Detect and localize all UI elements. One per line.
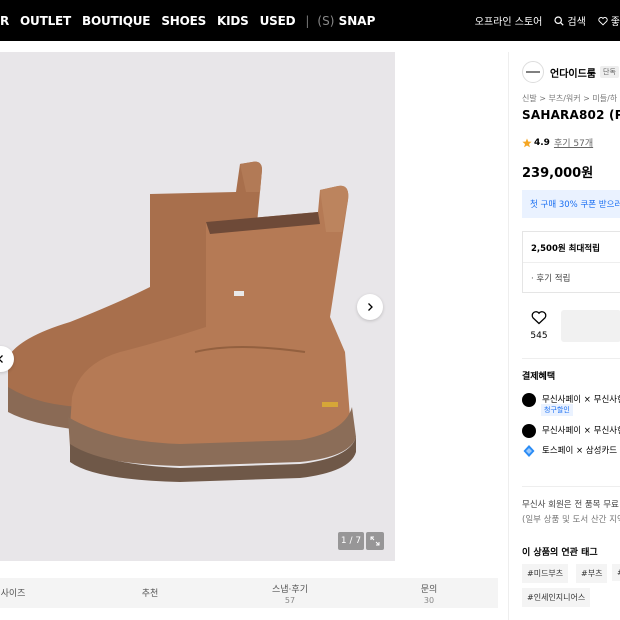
section-divider (522, 486, 620, 487)
nav-item-kids[interactable]: KIDS (217, 14, 249, 28)
expand-icon (370, 536, 380, 546)
vibram-badge (322, 402, 338, 407)
tag-chip[interactable]: #인세인지니어스 (522, 588, 591, 607)
tab-snap-review[interactable]: 스냅·후기 57 (255, 582, 325, 605)
tab-size[interactable]: 사이즈 (0, 586, 26, 599)
nav-item-shoes[interactable]: SHOES (161, 14, 206, 28)
nav-item-snap[interactable]: (S) SNAP (317, 14, 375, 28)
shipping-notice-sub: (일부 상품 및 도서 산간 지역 (522, 515, 620, 525)
tag-chip[interactable]: #부츠 (576, 564, 608, 583)
product-image[interactable] (0, 52, 395, 561)
review-count-link[interactable]: 후기 57개 (554, 136, 593, 149)
nav-item-outlet[interactable]: OUTLET (20, 14, 71, 28)
benefits-title: 결제혜택 (522, 372, 556, 382)
like-button[interactable]: 545 (522, 310, 556, 341)
nav-item-boutique[interactable]: BOUTIQUE (82, 14, 150, 28)
detail-tabs: 사이즈 추천 스냅·후기 57 문의 30 (0, 578, 498, 608)
tab-size-label: 사이즈 (0, 589, 26, 599)
nav-divider: | (305, 13, 310, 28)
tag-chip[interactable]: #미드부츠 (522, 564, 569, 583)
product-title: SAHARA802 (PEA (522, 108, 620, 122)
chevron-right-icon (368, 303, 373, 311)
boot-image (8, 161, 356, 482)
panel-divider (508, 52, 509, 620)
brand-name: 언다이드룸 (550, 68, 596, 80)
expand-image-button[interactable] (366, 532, 384, 550)
section-divider (522, 358, 620, 359)
benefit-text: 무신사페이 × 무신사현 (542, 426, 620, 436)
snap-label: SNAP (338, 13, 376, 28)
benefit-row[interactable]: 무신사페이 × 무신사현 (522, 424, 620, 438)
benefit-row[interactable]: 토스페이 × 삼성카드 1 (522, 444, 620, 458)
tab-inquiry-count: 30 (423, 596, 435, 605)
tag-chip[interactable]: # (612, 564, 620, 581)
search-label: 검색 (567, 17, 586, 28)
chevron-left-icon (0, 355, 3, 363)
tab-inquiry[interactable]: 문의 30 (404, 582, 454, 605)
heart-icon (531, 311, 547, 325)
offline-store-link[interactable]: 오프라인 스토어 (475, 13, 543, 28)
like-nav-button[interactable]: 좋 (598, 13, 620, 28)
product-price: 239,000원 (522, 166, 594, 181)
benefit-text: 토스페이 × 삼성카드 1 (542, 446, 620, 456)
star-icon (522, 138, 532, 147)
tab-snap-review-count: 57 (284, 596, 296, 605)
tab-recommend[interactable]: 추천 (120, 586, 180, 599)
exclusive-badge: 단독 (600, 66, 619, 78)
tab-snap-review-label: 스냅·후기 (272, 585, 308, 595)
brand-logo (522, 61, 544, 83)
rating-score: 4.9 (534, 137, 550, 148)
purchase-button[interactable] (561, 310, 620, 342)
brand-mark-icon (526, 71, 540, 73)
product-rating: 4.9 후기 57개 (522, 136, 593, 149)
brand-link[interactable]: 언다이드룸 단독 (522, 61, 619, 83)
nav-item-truncated[interactable]: R (0, 14, 9, 28)
points-divider (523, 262, 620, 263)
like-nav-label: 좋 (610, 17, 620, 28)
musinsa-pay-icon (522, 393, 536, 407)
nav-menu: R OUTLET BOUTIQUE SHOES KIDS USED | (S) … (0, 0, 375, 41)
max-points: 2,500원 최대적립 (531, 244, 600, 254)
shipping-notice: 무신사 회원은 전 품목 무료 (522, 500, 619, 510)
points-box: 2,500원 최대적립 · 후기 적립 (522, 231, 620, 293)
image-counter: 1 / 7 (338, 532, 364, 550)
like-count: 545 (530, 331, 548, 341)
related-tags-title: 이 상품의 연관 태그 (522, 548, 598, 558)
tab-recommend-label: 추천 (141, 589, 159, 599)
tab-inquiry-label: 문의 (420, 585, 438, 595)
next-image-button[interactable] (357, 294, 383, 320)
review-points: · 후기 적립 (531, 274, 571, 284)
benefit-tag: 청구할인 (541, 404, 573, 416)
search-button[interactable]: 검색 (554, 13, 586, 28)
toss-pay-icon (522, 444, 536, 458)
search-icon (554, 15, 565, 26)
nav-item-used[interactable]: USED (260, 14, 296, 28)
nav-utilities: 오프라인 스토어 검색 좋 (475, 0, 620, 41)
musinsa-pay-icon (522, 424, 536, 438)
breadcrumb[interactable]: 신발 > 부츠/워커 > 미들/하 (522, 93, 617, 104)
coupon-banner[interactable]: 첫 구매 30% 쿠폰 받으러 (522, 190, 620, 218)
snap-prefix: (S) (317, 13, 335, 28)
heart-icon (598, 16, 608, 25)
top-nav: R OUTLET BOUTIQUE SHOES KIDS USED | (S) … (0, 0, 620, 41)
